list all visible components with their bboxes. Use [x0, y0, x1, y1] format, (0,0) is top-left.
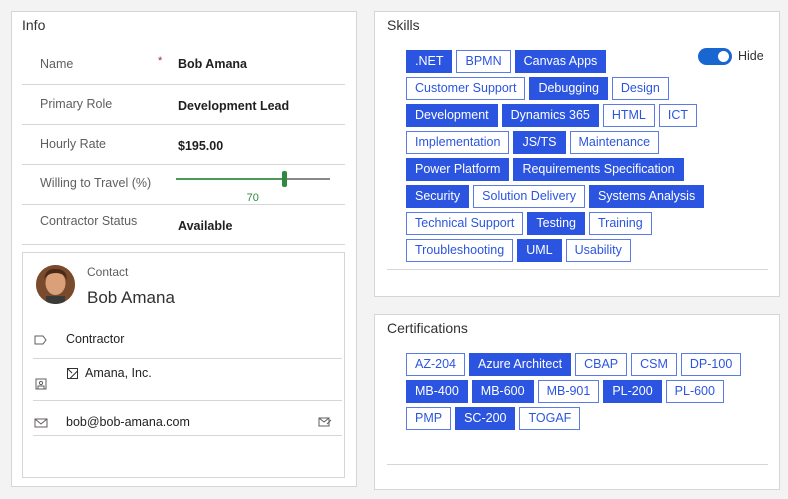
skills-title: Skills: [387, 17, 420, 33]
field-name: Name * Bob Amana: [22, 45, 345, 85]
skills-tag-list: .NET BPMN Canvas Apps Customer Support Debug…: [406, 50, 721, 262]
skill-tag-net[interactable]: .NET: [406, 50, 453, 73]
hourly-rate-value[interactable]: $195.00: [178, 139, 223, 153]
field-hourly-rate: Hourly Rate $195.00: [22, 125, 345, 165]
cert-tag-pl-200[interactable]: PL-200: [603, 380, 662, 403]
cert-tag-pl-600[interactable]: PL-600: [665, 380, 724, 403]
primary-role-value[interactable]: Development Lead: [178, 99, 289, 113]
contact-type-row: Contractor: [33, 319, 342, 359]
cert-tag-mb-901[interactable]: MB-901: [537, 380, 600, 403]
skill-tag-usability[interactable]: Usability: [565, 239, 631, 262]
contact-subtitle: Contact: [87, 265, 129, 279]
skill-tag-uml[interactable]: UML: [517, 239, 562, 262]
skill-tag-debugging[interactable]: Debugging: [529, 77, 608, 100]
slider-fill: [176, 178, 284, 180]
skill-tag-training[interactable]: Training: [588, 212, 652, 235]
primary-role-label: Primary Role: [40, 97, 113, 111]
skill-tag-implementation[interactable]: Implementation: [406, 131, 510, 154]
cert-tag-csm[interactable]: CSM: [631, 353, 677, 376]
field-willing-to-travel: Willing to Travel (%) 70: [22, 165, 345, 205]
contractor-status-label: Contractor Status: [40, 214, 138, 228]
field-primary-role: Primary Role Development Lead: [22, 85, 345, 125]
mail-icon: [34, 418, 48, 428]
contact-email-row: bob@bob-amana.com: [33, 401, 342, 436]
contact-card: Contact Bob Amana Contractor Amana, Inc.: [22, 252, 345, 478]
cert-tag-dp-100[interactable]: DP-100: [680, 353, 742, 376]
contact-email[interactable]: bob@bob-amana.com: [66, 415, 190, 429]
certifications-title: Certifications: [387, 320, 468, 336]
hide-toggle-label: Hide: [738, 49, 764, 63]
required-marker: *: [158, 55, 163, 67]
travel-slider[interactable]: 70: [176, 171, 330, 204]
cert-tag-mb-600[interactable]: MB-600: [471, 380, 534, 403]
certifications-panel: Certifications AZ-204 Azure Architect CBAP…: [374, 314, 780, 490]
contact-company[interactable]: Amana, Inc.: [85, 366, 152, 380]
skill-tag-solution-delivery[interactable]: Solution Delivery: [473, 185, 585, 208]
contact-type: Contractor: [66, 332, 125, 346]
cert-tag-azure-architect[interactable]: Azure Architect: [469, 353, 572, 376]
skill-tag-design[interactable]: Design: [611, 77, 669, 100]
contact-name[interactable]: Bob Amana: [87, 288, 175, 308]
skills-divider: [387, 269, 768, 270]
slider-value: 70: [246, 192, 259, 204]
cert-tag-sc-200[interactable]: SC-200: [455, 407, 516, 430]
skill-tag-ict[interactable]: ICT: [658, 104, 698, 127]
skill-tag-dynamics-365[interactable]: Dynamics 365: [501, 104, 599, 127]
cert-tag-mb-400[interactable]: MB-400: [406, 380, 468, 403]
send-email-icon[interactable]: [318, 416, 332, 428]
skill-tag-troubleshooting[interactable]: Troubleshooting: [406, 239, 514, 262]
cert-tag-togaf[interactable]: TOGAF: [519, 407, 581, 430]
building-icon: [35, 378, 47, 390]
skill-tag-js-ts[interactable]: JS/TS: [513, 131, 566, 154]
tag-icon: [34, 335, 47, 345]
skill-tag-canvas-apps[interactable]: Canvas Apps: [514, 50, 607, 73]
contact-company-row: Amana, Inc.: [33, 359, 342, 401]
skill-tag-html[interactable]: HTML: [602, 104, 655, 127]
info-title: Info: [22, 17, 46, 33]
avatar[interactable]: [36, 265, 75, 304]
skill-tag-bpmn[interactable]: BPMN: [456, 50, 511, 73]
skill-tag-security[interactable]: Security: [406, 185, 470, 208]
hourly-rate-label: Hourly Rate: [40, 137, 106, 151]
info-panel: Info Name * Bob Amana Primary Role Devel…: [11, 11, 357, 487]
contractor-status-value[interactable]: Available: [178, 219, 232, 233]
skill-tag-testing[interactable]: Testing: [527, 212, 585, 235]
skill-tag-systems-analysis[interactable]: Systems Analysis: [588, 185, 705, 208]
cert-tag-cbap[interactable]: CBAP: [575, 353, 628, 376]
cert-tag-az-204[interactable]: AZ-204: [406, 353, 465, 376]
skill-tag-power-platform[interactable]: Power Platform: [406, 158, 510, 181]
avatar-photo: [36, 265, 75, 304]
name-value[interactable]: Bob Amana: [178, 57, 247, 71]
account-icon: [67, 368, 78, 379]
skill-tag-customer-support[interactable]: Customer Support: [406, 77, 526, 100]
willing-to-travel-label: Willing to Travel (%): [40, 176, 152, 190]
name-label: Name: [40, 57, 74, 71]
skill-tag-requirements-specification[interactable]: Requirements Specification: [513, 158, 684, 181]
certifications-tag-list: AZ-204 Azure Architect CBAP CSM DP-100 MB-400…: [406, 353, 766, 430]
skill-tag-development[interactable]: Development: [406, 104, 498, 127]
skills-panel: Skills Hide .NET BPMN Canvas Apps Customer …: [374, 11, 780, 297]
skill-tag-maintenance[interactable]: Maintenance: [569, 131, 660, 154]
slider-thumb[interactable]: [281, 171, 287, 187]
certifications-divider: [387, 464, 768, 465]
cert-tag-pmp[interactable]: PMP: [406, 407, 452, 430]
skill-tag-technical-support[interactable]: Technical Support: [406, 212, 524, 235]
field-contractor-status: Contractor Status Available: [22, 205, 345, 245]
